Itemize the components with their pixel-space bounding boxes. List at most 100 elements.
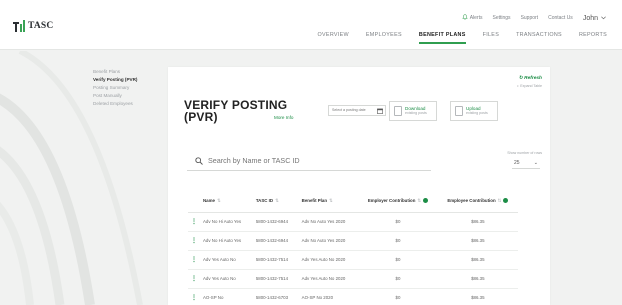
header-employer-contribution[interactable]: Employer Contribution ⇅ [358, 190, 438, 213]
expand-table-toggle[interactable]: ◐ Expand Table [517, 84, 542, 88]
nav-employees[interactable]: EMPLOYEES [366, 32, 402, 44]
user-menu[interactable]: John [583, 15, 606, 22]
side-item-verify-posting[interactable]: Verify Posting (PVR) [93, 76, 137, 84]
header-name-label: Name [203, 197, 215, 203]
background-decoration [0, 51, 143, 305]
sort-icon: ⇅ [417, 197, 422, 203]
refresh-label: Refresh [524, 76, 542, 81]
posting-date-picker[interactable]: Select a posting date [328, 105, 386, 116]
download-button[interactable]: Download existing posts [389, 101, 437, 121]
page-title: VERIFY POSTING (PVR) [184, 99, 287, 123]
header-benefit-plan[interactable]: Benefit Plan ⇅ [298, 190, 359, 213]
search-input[interactable] [208, 156, 408, 165]
refresh-link[interactable]: ↻ Refresh [519, 76, 542, 81]
main-nav: OVERVIEW EMPLOYEES BENEFIT PLANS FILES T… [318, 32, 607, 44]
cell-tasc-id: 5800-1432-6944 [252, 212, 299, 232]
cell-name: Adv Yes Auto No [200, 269, 253, 289]
header-tasc-id-label: TASC ID [255, 197, 274, 203]
header-employee-contribution[interactable]: Employee Contribution ⇅ [437, 190, 518, 213]
tasc-logo-icon [13, 20, 25, 32]
upload-file-icon [455, 106, 463, 116]
cell-employer-contribution: $0 [358, 250, 438, 270]
row-menu-icon[interactable]: ⋮ [188, 250, 200, 270]
refresh-icon: ↻ [518, 76, 523, 81]
header-benefit-plan-label: Benefit Plan [301, 197, 328, 203]
table-row[interactable]: ⋮ Adv No Hi Auto Yes 5800-1432-6944 Adv … [188, 212, 518, 232]
header-employer-label: Employer Contribution [367, 197, 416, 203]
search-icon [195, 156, 203, 165]
alerts-link[interactable]: Alerts [462, 14, 483, 22]
cell-employee-contribution: $86.35 [437, 269, 518, 289]
upload-button[interactable]: Upload existing posts [450, 101, 498, 121]
nav-reports[interactable]: REPORTS [579, 32, 607, 44]
chevron-down-icon: ⌄ [533, 160, 538, 166]
sort-icon: ⇅ [275, 197, 279, 203]
title-line-2: (PVR) [184, 110, 218, 124]
posting-table: Name ⇅ TASC ID ⇅ Benefit Plan ⇅ Employer Co… [188, 190, 518, 305]
rows-per-page-select[interactable]: 25 ⌄ [512, 160, 540, 169]
row-menu-icon[interactable]: ⋮ [188, 231, 200, 251]
cell-employer-contribution: $0 [358, 269, 438, 289]
chevron-down-icon [601, 16, 606, 20]
cell-tasc-id: 5800-1432-6944 [252, 231, 299, 251]
side-item-benefit-plans[interactable]: Benefit Plans [93, 68, 137, 76]
nav-overview[interactable]: OVERVIEW [318, 32, 349, 44]
cell-employer-contribution: $0 [358, 288, 438, 305]
cell-employer-contribution: $0 [358, 231, 438, 251]
cell-name: AO-SP No [200, 288, 253, 305]
table-row[interactable]: ⋮ Adv No Hi Auto Yes 5800-1432-6944 Adv … [188, 231, 518, 251]
cell-name: Adv No Hi Auto Yes [200, 231, 253, 251]
cell-employee-contribution: $86.35 [437, 212, 518, 232]
nav-files[interactable]: FILES [483, 32, 499, 44]
cell-tasc-id: 5800-1432-6703 [252, 288, 299, 305]
cell-benefit-plan: AO-SP No 2020 [298, 288, 359, 305]
nav-benefit-plans[interactable]: BENEFIT PLANS [418, 32, 466, 44]
header-tasc-id[interactable]: TASC ID ⇅ [252, 190, 299, 213]
table-row[interactable]: ⋮ Adv Yes Auto No 5800-1432-7514 Adv Yes… [188, 250, 518, 270]
bell-icon [462, 14, 468, 22]
alerts-label: Alerts [469, 15, 483, 21]
table-header-row: Name ⇅ TASC ID ⇅ Benefit Plan ⇅ Employer Co… [188, 190, 518, 213]
sort-icon: ⇅ [216, 197, 221, 203]
more-info-link[interactable]: More Info [274, 115, 293, 120]
top-header: TASC Alerts Settings Support Contact Us … [0, 0, 622, 50]
rows-label: Show number of rows [507, 151, 542, 155]
download-sub: existing posts [405, 111, 427, 115]
side-item-posting-summary[interactable]: Posting Summary [93, 84, 137, 92]
upload-sub: existing posts [466, 111, 488, 115]
row-menu-icon[interactable]: ⋮ [188, 212, 200, 232]
side-menu: Benefit Plans Verify Posting (PVR) Posti… [93, 68, 137, 108]
nav-transactions[interactable]: TRANSACTIONS [516, 32, 562, 44]
user-name: John [582, 14, 598, 22]
cell-benefit-plan: Adv Yes Auto No 2020 [298, 269, 359, 289]
header-employee-label: Employee Contribution [447, 197, 496, 203]
cell-name: Adv Yes Auto No [200, 250, 253, 270]
tasc-logo[interactable]: TASC [13, 20, 53, 32]
cell-employee-contribution: $86.35 [437, 231, 518, 251]
search-bar [187, 151, 431, 171]
info-icon[interactable] [503, 198, 509, 204]
header-actions [188, 190, 200, 213]
cell-tasc-id: 5800-1432-7514 [252, 250, 299, 270]
support-link[interactable]: Support [521, 15, 539, 21]
side-item-post-manually[interactable]: Post Manually [93, 92, 137, 100]
expand-label: Expand Table [520, 84, 542, 88]
row-menu-icon[interactable]: ⋮ [188, 269, 200, 289]
sort-icon: ⇅ [329, 197, 333, 203]
rows-value: 25 [514, 160, 520, 166]
verify-posting-card: ↻ Refresh ◐ Expand Table VERIFY POSTING … [168, 67, 550, 305]
cell-employee-contribution: $86.35 [437, 250, 518, 270]
info-icon[interactable] [423, 198, 429, 204]
table-row[interactable]: ⋮ Adv Yes Auto No 5800-1432-7514 Adv Yes… [188, 269, 518, 289]
contact-link[interactable]: Contact Us [548, 15, 573, 21]
side-item-deleted-employees[interactable]: Deleted Employees [93, 100, 137, 108]
calendar-icon [377, 108, 383, 114]
logo-text: TASC [28, 21, 54, 31]
toggle-icon: ◐ [517, 84, 520, 88]
row-menu-icon[interactable]: ⋮ [188, 288, 200, 305]
header-name[interactable]: Name ⇅ [200, 190, 253, 213]
cell-employer-contribution: $0 [358, 212, 438, 232]
date-placeholder: Select a posting date [332, 108, 366, 112]
settings-link[interactable]: Settings [492, 15, 510, 21]
table-row[interactable]: ⋮ AO-SP No 5800-1432-6703 AO-SP No 2020 … [188, 288, 518, 305]
